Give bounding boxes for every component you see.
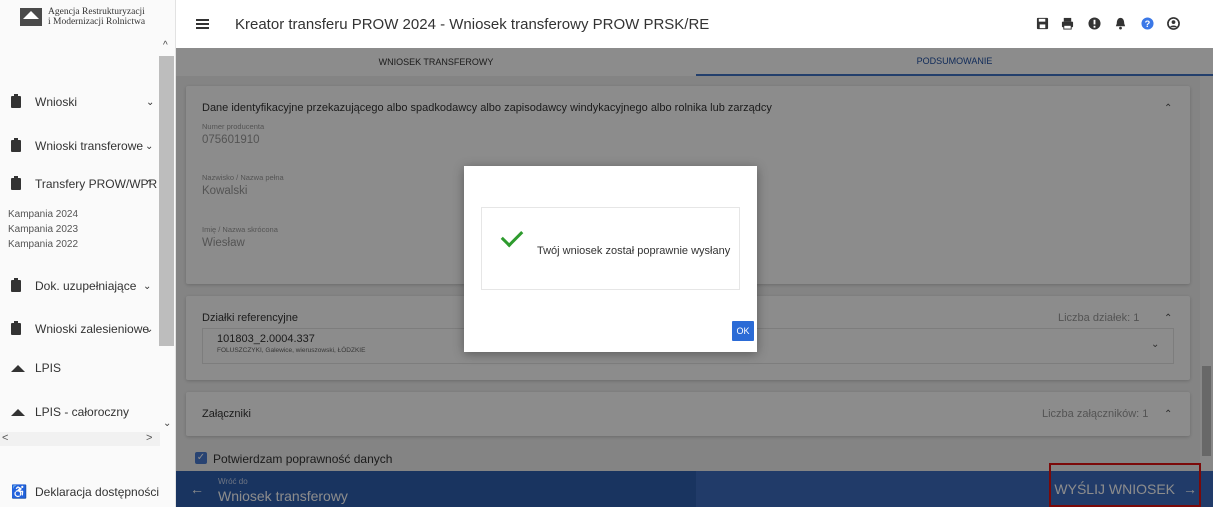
page-title: Kreator transferu PROW 2024 - Wniosek tr… [235, 16, 710, 33]
scroll-left-icon[interactable]: < [2, 432, 8, 444]
clipboard-icon [11, 176, 21, 190]
logo-line1: Agencja Restrukturyzacji [48, 7, 145, 17]
save-icon[interactable] [1036, 17, 1049, 30]
sidebar-item-wnioski-zalesieniowe[interactable]: Wnioski zalesieniowe ⌄ [0, 317, 160, 341]
clipboard-icon [11, 278, 21, 292]
sidebar-horizontal-scrollbar[interactable]: < > [0, 432, 160, 446]
accessibility-icon: ♿ [11, 484, 28, 499]
header: Kreator transferu PROW 2024 - Wniosek tr… [176, 0, 1213, 48]
sidebar-item-label: Wnioski zalesieniowe [35, 322, 150, 336]
mountain-icon [11, 407, 25, 417]
sidebar-item-label: Wnioski transferowe [35, 139, 144, 153]
mountain-icon [11, 363, 25, 373]
clipboard-icon [11, 321, 21, 335]
checkmark-icon [500, 224, 524, 248]
clipboard-icon [11, 138, 21, 152]
sidebar-scroll-up-icon[interactable]: ^ [163, 40, 168, 51]
logo: Agencja Restrukturyzacji i Modernizacji … [0, 0, 175, 34]
info-icon[interactable] [1088, 17, 1101, 30]
sidebar-item-label: Wnioski [35, 95, 78, 109]
bell-icon[interactable] [1114, 17, 1127, 30]
user-icon[interactable] [1167, 17, 1180, 30]
sidebar-item-lpis[interactable]: LPIS [0, 356, 160, 380]
menu-icon[interactable] [196, 19, 209, 29]
success-message-box: Twój wniosek został poprawnie wysłany [481, 207, 740, 290]
clipboard-icon [11, 94, 21, 108]
sidebar-item-label: Dok. uzupełniające [35, 279, 137, 293]
sidebar-item-deklaracja[interactable]: ♿ Deklaracja dostępności [0, 480, 160, 504]
sidebar-item-label: LPIS [35, 361, 62, 375]
sidebar-item-label: Transfery PROW/WPR [35, 177, 158, 191]
sidebar-item-lpis-caloroczny[interactable]: LPIS - całoroczny [0, 400, 160, 424]
help-icon[interactable]: ? [1141, 17, 1154, 30]
success-dialog: Twój wniosek został poprawnie wysłany OK [464, 166, 757, 352]
sidebar-subitem-kampania-2024[interactable]: Kampania 2024 [8, 209, 78, 220]
chevron-down-icon: ⌄ [145, 323, 154, 335]
sidebar-item-dok-uzupelniajace[interactable]: Dok. uzupełniające ⌄ [0, 274, 160, 298]
sidebar-item-label: Deklaracja dostępności [35, 485, 160, 499]
sidebar: Agencja Restrukturyzacji i Modernizacji … [0, 0, 176, 507]
chevron-down-icon: ⌄ [145, 140, 154, 152]
sidebar-scroll-down-icon[interactable]: ⌄ [163, 418, 171, 429]
sidebar-item-wnioski[interactable]: Wnioski ⌄ [0, 90, 160, 114]
sidebar-item-label: LPIS - całoroczny [35, 405, 130, 419]
chevron-down-icon: ⌄ [143, 280, 152, 292]
logo-line2: i Modernizacji Rolnictwa [48, 17, 146, 27]
chevron-down-icon: ⌄ [146, 96, 155, 108]
ok-button[interactable]: OK [732, 321, 754, 341]
sidebar-item-wnioski-transferowe[interactable]: Wnioski transferowe ⌄ [0, 134, 160, 158]
logo-icon [20, 8, 42, 26]
print-icon[interactable] [1061, 17, 1074, 30]
svg-text:?: ? [1145, 19, 1151, 29]
sidebar-item-transfery[interactable]: Transfery PROW/WPR ⌃ [0, 172, 160, 196]
sidebar-subitem-kampania-2023[interactable]: Kampania 2023 [8, 224, 78, 235]
sidebar-scrollbar[interactable] [159, 56, 174, 346]
success-message: Twój wniosek został poprawnie wysłany [537, 245, 731, 257]
sidebar-subitem-kampania-2022[interactable]: Kampania 2022 [8, 239, 78, 250]
scroll-right-icon[interactable]: > [146, 432, 152, 444]
chevron-up-icon: ⌃ [145, 178, 154, 190]
